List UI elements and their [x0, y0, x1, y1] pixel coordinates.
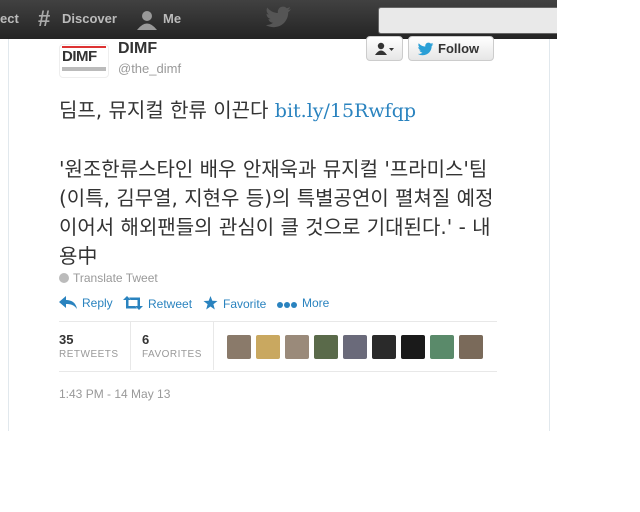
more-dots-icon	[277, 302, 297, 308]
avatar-logo: DIMF	[62, 46, 106, 65]
user-actions-button[interactable]	[366, 36, 403, 61]
reply-icon	[59, 296, 77, 309]
author-fullname[interactable]: DIMF	[118, 40, 157, 58]
nav-connect[interactable]: ect	[0, 0, 19, 39]
search-input[interactable]	[378, 7, 557, 34]
favoriter-avatar[interactable]	[227, 335, 251, 359]
nav-discover-label: Discover	[62, 11, 117, 26]
favoriter-avatar[interactable]	[372, 335, 396, 359]
avatar-logo-text: DIMF	[62, 48, 97, 65]
retweet-label: Retweet	[148, 297, 193, 311]
author-username[interactable]: @the_dimf	[118, 61, 181, 76]
retweets-label: RETWEETS	[59, 349, 119, 360]
retweets-count: 35	[59, 332, 74, 347]
stat-divider	[130, 322, 131, 370]
favoriter-avatar[interactable]	[430, 335, 454, 359]
star-icon	[203, 296, 218, 310]
tweet-timestamp[interactable]: 1:43 PM - 14 May 13	[59, 387, 170, 401]
translate-label: Translate Tweet	[73, 271, 158, 285]
favorites-label: FAVORITES	[142, 349, 202, 360]
retweets-stat[interactable]: 35 RETWEETS	[59, 332, 119, 360]
hash-icon: #	[38, 6, 51, 31]
more-label: More	[302, 296, 330, 310]
follow-label: Follow	[438, 41, 480, 56]
favoriter-avatar[interactable]	[285, 335, 309, 359]
person-icon	[137, 11, 157, 30]
nav-me-label: Me	[163, 11, 182, 26]
divider-bottom	[59, 371, 497, 372]
stat-divider	[213, 322, 214, 370]
favoriter-avatar[interactable]	[401, 335, 425, 359]
follow-button[interactable]: Follow	[408, 36, 494, 61]
favorites-count: 6	[142, 332, 150, 347]
nav-connect-label: ect	[0, 11, 19, 26]
retweet-action[interactable]: Retweet	[123, 296, 192, 311]
tweet-headline: 딤프, 뮤지컬 한류 이끈다	[59, 98, 275, 122]
person-dropdown-icon	[375, 42, 394, 55]
tweet-link[interactable]: bit.ly/15Rwfqp	[275, 100, 416, 122]
favoriter-avatar[interactable]	[459, 335, 483, 359]
logo-accent-bar	[62, 46, 106, 48]
more-action[interactable]: More	[277, 296, 329, 310]
favoriter-avatar[interactable]	[314, 335, 338, 359]
bird-icon	[418, 42, 434, 56]
reply-label: Reply	[82, 296, 113, 310]
favorite-action[interactable]: Favorite	[203, 296, 266, 311]
logo-subtitle-bar	[62, 67, 106, 71]
divider-top	[59, 321, 497, 322]
favorites-stat[interactable]: 6 FAVORITES	[142, 332, 202, 360]
twitter-bird-icon[interactable]	[266, 6, 292, 28]
tweet-body: '원조한류스타인 배우 안재욱과 뮤지컬 '프라미스'팀(이특, 김무열, 지현…	[59, 157, 494, 268]
retweet-icon	[123, 296, 143, 310]
avatar[interactable]: DIMF	[59, 44, 109, 78]
favoriter-avatar[interactable]	[343, 335, 367, 359]
translate-tweet[interactable]: Translate Tweet	[59, 271, 158, 285]
reply-action[interactable]: Reply	[59, 296, 113, 310]
globe-icon	[59, 273, 69, 283]
tweet-text: 딤프, 뮤지컬 한류 이끈다 bit.ly/15Rwfqp '원조한류스타인 배…	[59, 96, 499, 271]
favorite-label: Favorite	[223, 297, 267, 311]
favoriter-avatar[interactable]	[256, 335, 280, 359]
top-navigation-bar: ect # Discover Me	[0, 0, 557, 39]
